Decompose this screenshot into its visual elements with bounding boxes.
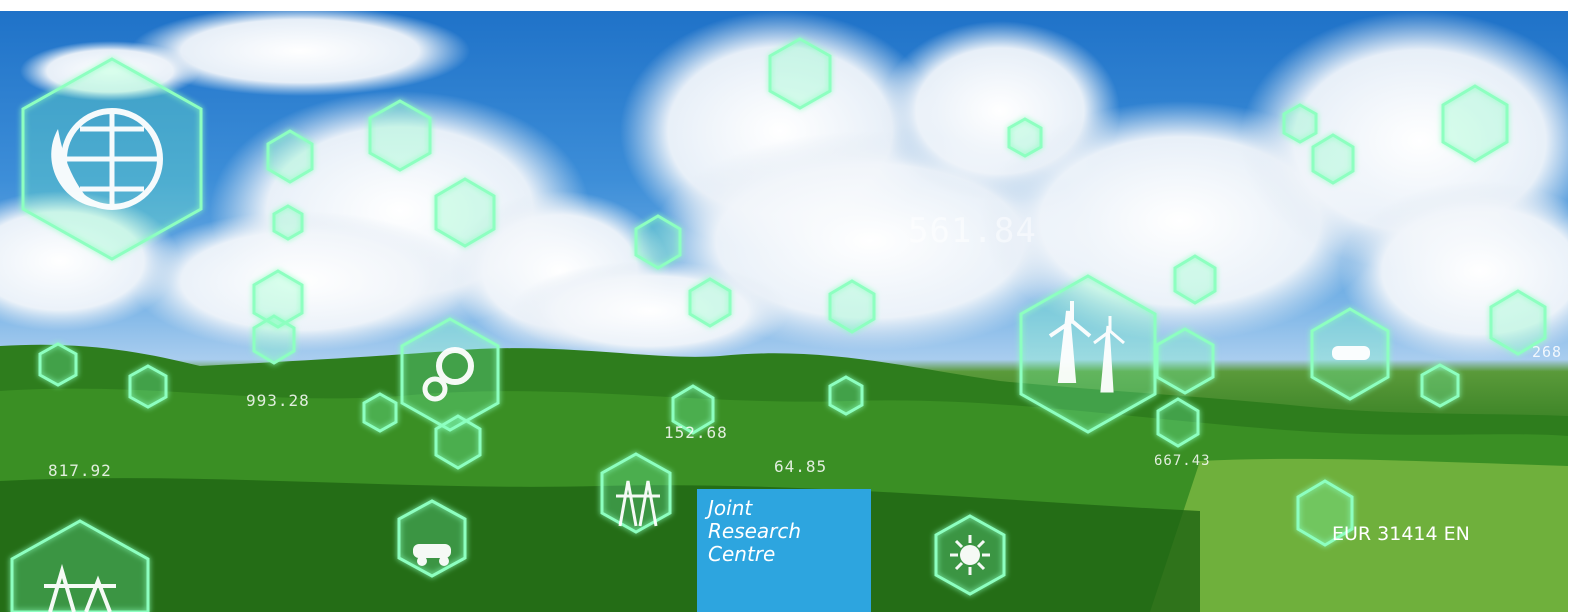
power-tower-icon xyxy=(10,519,150,612)
jrc-logo-line2: Research xyxy=(708,519,802,543)
bar-chart-icon xyxy=(828,279,876,334)
water-drop-icon xyxy=(1420,363,1460,408)
factory-icon xyxy=(768,37,832,110)
decorative-number: 667.43 xyxy=(1154,453,1211,469)
decorative-number: 993.28 xyxy=(246,391,310,410)
recycle-icon xyxy=(128,364,168,409)
jrc-logo-line1: Joint xyxy=(708,496,753,520)
gear-icon xyxy=(266,129,314,184)
decorative-number: 268 xyxy=(1532,343,1563,361)
jrc-logo: Joint Research Centre xyxy=(697,489,871,612)
pie-chart-icon xyxy=(1311,133,1355,185)
wind-turbine-icon xyxy=(38,342,78,387)
pie-chart-icon xyxy=(434,177,496,248)
decorative-number: 152.68 xyxy=(664,423,728,442)
pie-chart-icon xyxy=(688,277,732,328)
jrc-logo-line3: Centre xyxy=(708,542,776,566)
leaf-hand-icon xyxy=(368,99,432,172)
location-pin-icon xyxy=(1282,103,1318,144)
recycle-icon xyxy=(272,204,304,241)
gear-icon xyxy=(400,317,500,432)
wind-turbine-icon xyxy=(1019,274,1157,434)
recycle-icon xyxy=(1155,327,1215,395)
decorative-number: 817.92 xyxy=(48,461,112,480)
electric-car-icon xyxy=(397,499,467,578)
report-number: EUR 31414 EN xyxy=(1332,523,1470,545)
recycle-icon xyxy=(1441,84,1509,163)
gear-icon xyxy=(362,392,398,433)
cover-image: 561.84 993.28 817.92 152.68 64.85 667.43… xyxy=(0,11,1568,612)
electric-car-icon xyxy=(1156,397,1200,448)
pie-chart-icon xyxy=(434,414,482,470)
sun-icon xyxy=(828,375,864,416)
electric-car-icon xyxy=(252,269,304,329)
decorative-number: 64.85 xyxy=(774,457,828,476)
leaf-hand-icon xyxy=(634,214,682,270)
factory-icon xyxy=(1007,117,1043,158)
decorative-number: 561.84 xyxy=(908,211,1037,251)
water-drop-icon xyxy=(1173,254,1217,305)
